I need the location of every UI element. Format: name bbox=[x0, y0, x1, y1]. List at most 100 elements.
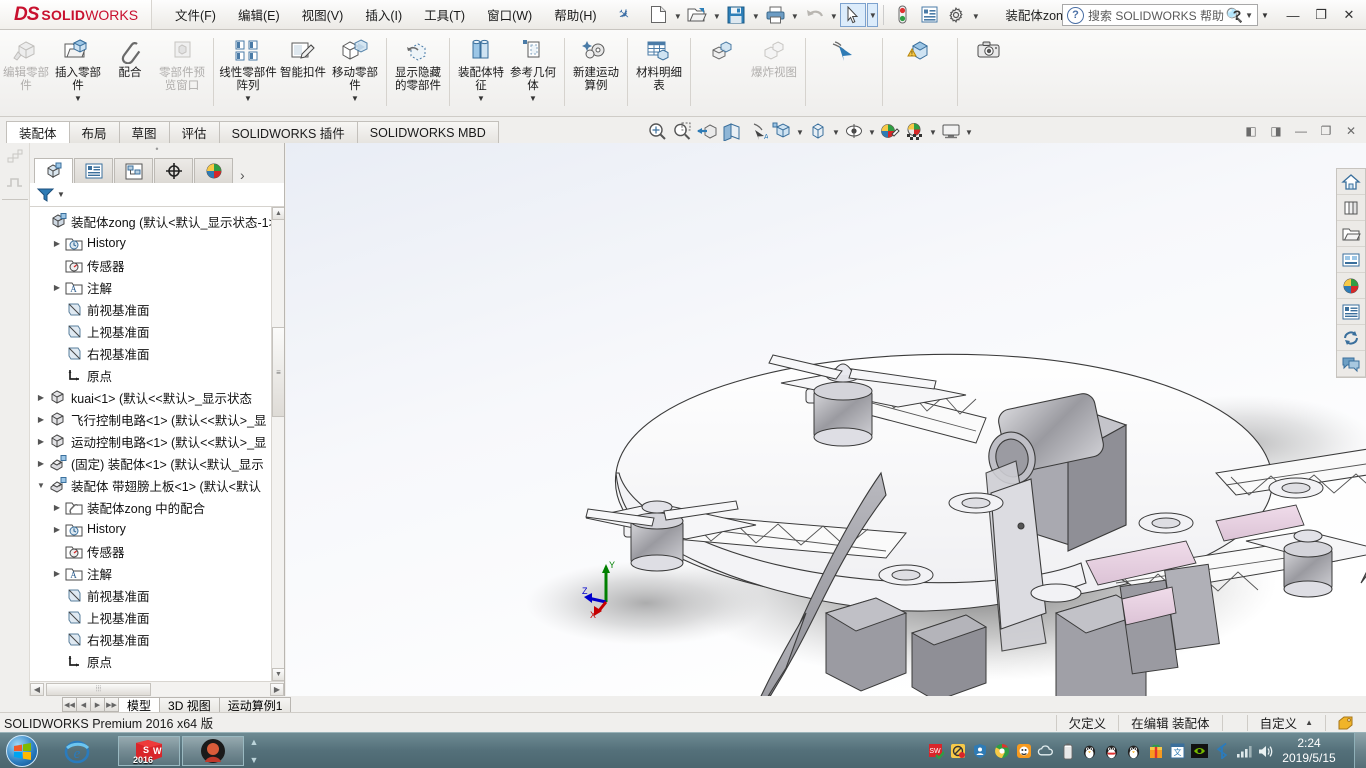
tree-node-mates-in-assembly[interactable]: ▶ 装配体zong 中的配合 bbox=[30, 496, 284, 518]
menu-file[interactable]: 文件(F) bbox=[164, 1, 227, 28]
explode-line-sketch[interactable]: 爆炸视图 bbox=[748, 32, 800, 112]
view-home-icon[interactable] bbox=[1337, 169, 1365, 195]
tab-sketch[interactable]: 草图 bbox=[118, 121, 170, 143]
tree-vertical-scrollbar[interactable]: ▲ ≡ ▼ bbox=[271, 207, 284, 681]
refresh-icon[interactable] bbox=[1337, 325, 1365, 351]
custom-properties-icon[interactable] bbox=[1337, 299, 1365, 325]
taskbar-scroll-buttons[interactable]: ▲ ▼ bbox=[245, 737, 263, 765]
pin-icon[interactable]: ✈ bbox=[613, 4, 633, 25]
display-style-caret-icon[interactable]: ▼ bbox=[831, 119, 841, 143]
menu-help[interactable]: 帮助(H) bbox=[543, 1, 607, 28]
options-caret-icon[interactable]: ▼ bbox=[970, 3, 981, 27]
taskbar-scroll-down-icon[interactable]: ▼ bbox=[245, 755, 263, 765]
feature-tree[interactable]: 装配体zong (默认<默认_显示状态-1>) ▶ History 传感器 ▶ A 注解 前视… bbox=[30, 207, 284, 681]
view-orientation-caret-icon[interactable]: ▼ bbox=[795, 119, 805, 143]
tree-node-annotations[interactable]: ▶ A 注解 bbox=[30, 276, 284, 298]
menu-tools[interactable]: 工具(T) bbox=[413, 1, 476, 28]
tree-node-motion-control-circuit[interactable]: ▶ 运动控制电路<1> (默认<<默认>_显 bbox=[30, 430, 284, 452]
menu-view[interactable]: 视图(V) bbox=[291, 1, 355, 28]
move-component[interactable]: 移动零部件 ▼ bbox=[329, 32, 381, 112]
tree-node-flight-control-circuit[interactable]: ▶ 飞行控制电路<1> (默认<<默认>_显 bbox=[30, 408, 284, 430]
wps-tray-icon[interactable]: 文 bbox=[1169, 743, 1186, 760]
bill-of-materials[interactable]: 材料明细表 bbox=[633, 32, 685, 112]
tree-twisty-collapsed-icon[interactable]: ▶ bbox=[34, 393, 48, 402]
notes-tray-icon[interactable] bbox=[949, 743, 966, 760]
feature-manager-tab[interactable] bbox=[34, 158, 73, 183]
view-orientation-icon[interactable]: A bbox=[745, 119, 769, 143]
component-preview-window[interactable]: 零部件预览窗口 bbox=[156, 32, 208, 112]
bottom-tab-motion-study-1[interactable]: 运动算例1 bbox=[218, 697, 292, 713]
restore-right-icon[interactable]: ◨ bbox=[1265, 120, 1287, 142]
show-desktop-button[interactable] bbox=[1354, 733, 1366, 768]
tree-node-sensors[interactable]: 传感器 bbox=[30, 254, 284, 276]
appearance-books-icon[interactable] bbox=[1337, 195, 1365, 221]
tree-node-origin[interactable]: 原点 bbox=[30, 364, 284, 386]
view-settings-caret-icon[interactable]: ▼ bbox=[964, 119, 974, 143]
antivirus-tray-icon[interactable] bbox=[1015, 743, 1032, 760]
tree-twisty-collapsed-icon[interactable]: ▶ bbox=[50, 569, 64, 578]
tab-evaluate[interactable]: 评估 bbox=[168, 121, 220, 143]
help-caret-icon[interactable]: ▼ bbox=[1252, 2, 1278, 28]
tree-twisty-collapsed-icon[interactable]: ▶ bbox=[34, 459, 48, 468]
tree-node-sub-sensors[interactable]: 传感器 bbox=[30, 540, 284, 562]
tree-node-sub-origin[interactable]: 原点 bbox=[30, 650, 284, 672]
chevron-right-icon[interactable]: › bbox=[240, 167, 245, 183]
bluetooth-tray-icon[interactable] bbox=[1213, 743, 1230, 760]
dimxpert-manager-tab[interactable] bbox=[154, 158, 193, 183]
doc-restore-icon[interactable]: ❐ bbox=[1315, 120, 1337, 142]
media-player-taskbar-item[interactable] bbox=[182, 736, 244, 766]
gift-box-tray-icon[interactable] bbox=[1147, 743, 1164, 760]
drone-assembly-model[interactable] bbox=[286, 143, 1366, 696]
network-signal-tray-icon[interactable] bbox=[1235, 743, 1252, 760]
view-orientation-cube-icon[interactable] bbox=[770, 119, 794, 143]
zoom-to-area-icon[interactable] bbox=[670, 119, 694, 143]
take-snapshot[interactable] bbox=[963, 32, 1015, 112]
open-document-icon[interactable] bbox=[684, 3, 710, 27]
section-view-icon[interactable] bbox=[720, 119, 744, 143]
linear-pattern-dropdown-icon[interactable]: ▼ bbox=[244, 94, 252, 103]
undo-icon[interactable] bbox=[801, 3, 827, 27]
reference-geometry-dropdown-icon[interactable]: ▼ bbox=[529, 94, 537, 103]
solidworks-tray-icon[interactable]: SW bbox=[927, 743, 944, 760]
tree-hscroll-thumb[interactable]: ⦙⦙⦙ bbox=[46, 682, 151, 696]
options-gear-icon[interactable] bbox=[943, 3, 969, 27]
menu-edit[interactable]: 编辑(E) bbox=[227, 1, 291, 28]
tree-node-assembly-root[interactable]: 装配体zong (默认<默认_显示状态-1>) bbox=[30, 210, 284, 232]
new-document-icon[interactable] bbox=[645, 3, 671, 27]
tree-scroll-left-button[interactable]: ◀ bbox=[30, 682, 44, 696]
tree-node-sub-annotations[interactable]: ▶ A 注解 bbox=[30, 562, 284, 584]
tree-node-sub-history[interactable]: ▶ History bbox=[30, 518, 284, 540]
exploded-view[interactable] bbox=[696, 32, 748, 112]
taskbar-clock[interactable]: 2:24 2019/5/15 bbox=[1274, 736, 1344, 766]
tree-scroll-thumb[interactable]: ≡ bbox=[272, 327, 284, 417]
view-settings-icon[interactable] bbox=[939, 119, 963, 143]
file-properties-icon[interactable] bbox=[916, 3, 942, 27]
select-cursor-caret-icon[interactable]: ▼ bbox=[867, 2, 879, 27]
comments-icon[interactable] bbox=[1337, 351, 1365, 377]
mate[interactable]: 配合 bbox=[104, 32, 156, 112]
tree-twisty-expanded-icon[interactable]: ▼ bbox=[34, 481, 48, 490]
restore-left-icon[interactable]: ◧ bbox=[1240, 120, 1262, 142]
hide-show-items-icon[interactable] bbox=[842, 119, 866, 143]
open-document-caret-icon[interactable]: ▼ bbox=[711, 3, 722, 27]
configuration-manager-tab[interactable] bbox=[114, 158, 153, 183]
bottom-tab-3d-views[interactable]: 3D 视图 bbox=[159, 697, 220, 713]
tab-nav-prev[interactable]: ◀ bbox=[76, 697, 91, 712]
search-input[interactable]: 搜索 SOLIDWORKS 帮助 bbox=[1088, 7, 1226, 24]
linear-component-pattern[interactable]: 线性零部件阵列 ▼ bbox=[219, 32, 277, 112]
move-component-dropdown-icon[interactable]: ▼ bbox=[351, 94, 359, 103]
zoom-to-fit-icon[interactable] bbox=[645, 119, 669, 143]
volume-tray-icon[interactable] bbox=[1257, 743, 1274, 760]
tree-scroll-down-button[interactable]: ▼ bbox=[272, 668, 284, 681]
flyout-tree-icon[interactable] bbox=[0, 143, 30, 169]
tree-node-right-plane[interactable]: 右视基准面 bbox=[30, 342, 284, 364]
edit-component[interactable]: 编辑零部件 bbox=[0, 32, 52, 112]
close-button[interactable]: ✕ bbox=[1336, 2, 1362, 28]
menu-insert[interactable]: 插入(I) bbox=[354, 1, 413, 28]
display-style-icon[interactable] bbox=[806, 119, 830, 143]
tree-node-top-plane[interactable]: 上视基准面 bbox=[30, 320, 284, 342]
assembly-features-dropdown-icon[interactable]: ▼ bbox=[477, 94, 485, 103]
tree-twisty-collapsed-icon[interactable]: ▶ bbox=[34, 415, 48, 424]
apply-scene-caret-icon[interactable]: ▼ bbox=[928, 119, 938, 143]
tree-horizontal-scrollbar[interactable]: ◀ ⦙⦙⦙ ▶ bbox=[30, 681, 284, 696]
